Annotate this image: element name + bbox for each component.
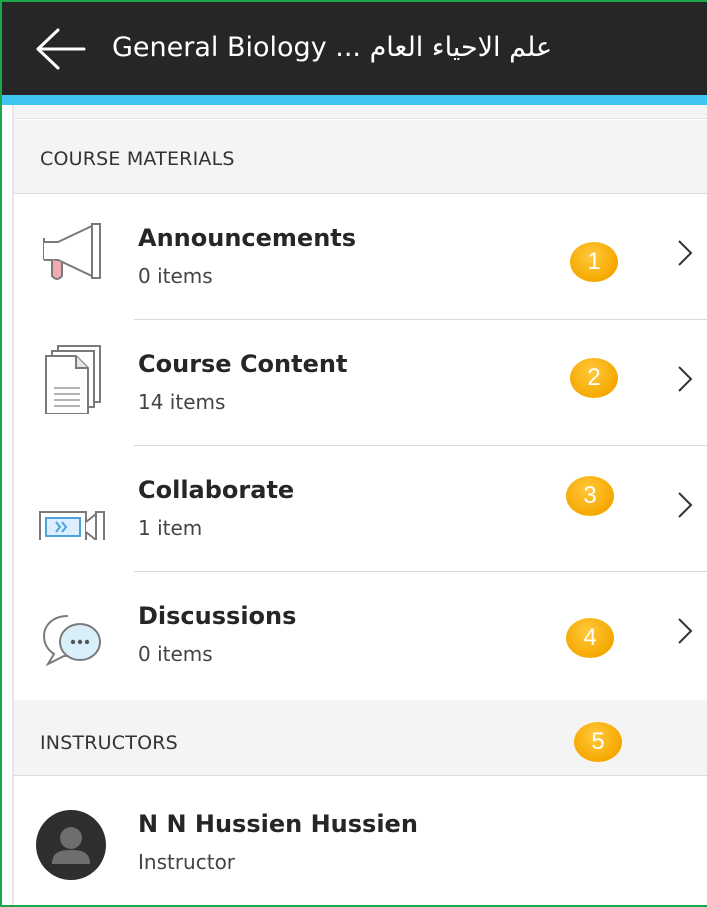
left-edge-rule xyxy=(12,105,14,905)
item-count: 0 items xyxy=(138,264,213,288)
callout-badge-3: 3 xyxy=(566,476,614,516)
app-header: General Biology ... علم الاحياء العام xyxy=(2,2,707,95)
list-item-discussions[interactable]: Discussions 0 items 4 xyxy=(14,572,707,698)
video-camera-icon xyxy=(39,511,105,540)
chevron-right-icon xyxy=(678,492,693,518)
callout-badge-4: 4 xyxy=(566,618,614,658)
instructor-name: N N Hussien Hussien xyxy=(138,810,418,838)
avatar-icon xyxy=(36,810,106,880)
chevron-right-icon xyxy=(678,366,693,392)
instructor-role: Instructor xyxy=(138,850,236,874)
section-label: COURSE MATERIALS xyxy=(40,148,235,170)
item-title: Collaborate xyxy=(138,476,295,504)
chevron-right-icon xyxy=(678,240,693,266)
item-count: 1 item xyxy=(138,516,203,540)
section-header-course-materials: COURSE MATERIALS xyxy=(14,120,707,194)
item-title: Discussions xyxy=(138,602,297,630)
callout-badge-5: 5 xyxy=(574,722,622,762)
section-header-instructors: INSTRUCTORS 5 xyxy=(14,700,707,776)
top-spacer xyxy=(14,105,707,119)
list-item-collaborate[interactable]: Collaborate 1 item 3 xyxy=(14,446,707,572)
page-title: General Biology ... علم الاحياء العام xyxy=(112,32,553,63)
list-item-instructor[interactable]: N N Hussien Hussien Instructor xyxy=(14,776,707,904)
chat-bubbles-icon xyxy=(42,615,101,666)
megaphone-icon xyxy=(43,223,101,280)
list-item-announcements[interactable]: Announcements 0 items 1 xyxy=(14,194,707,320)
chevron-right-icon xyxy=(678,618,693,644)
document-stack-icon xyxy=(45,345,101,414)
item-title: Course Content xyxy=(138,350,348,378)
section-label: INSTRUCTORS xyxy=(40,732,178,754)
callout-badge-1: 1 xyxy=(570,242,618,282)
list-item-course-content[interactable]: Course Content 14 items 2 xyxy=(14,320,707,446)
item-count: 0 items xyxy=(138,642,213,666)
item-title: Announcements xyxy=(138,224,357,252)
item-count: 14 items xyxy=(138,390,226,414)
callout-badge-2: 2 xyxy=(570,358,618,398)
header-accent-bar xyxy=(2,95,707,105)
back-arrow-icon[interactable] xyxy=(32,26,86,72)
